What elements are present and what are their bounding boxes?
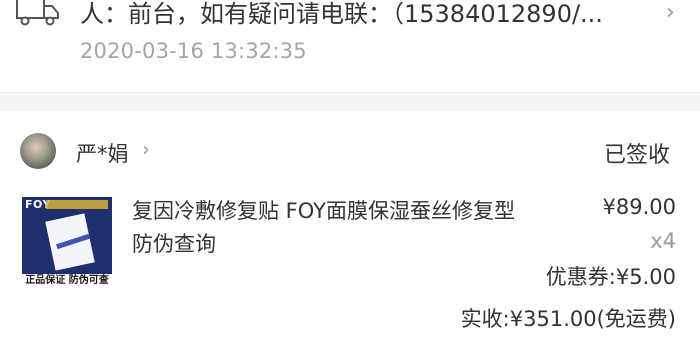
order-total: 实收:¥351.00(免运费) — [460, 307, 676, 331]
product-image-caption: 正品保证 防伪可查 — [22, 274, 112, 287]
truck-icon — [16, 0, 59, 26]
coupon-discount: 优惠券:¥5.00 — [545, 265, 676, 289]
logistics-section[interactable]: 人：前台，如有疑问请电联：（15384012890/... › 2020-03-… — [0, 0, 700, 92]
product-image[interactable]: FOY 正品保证 防伪可查 — [22, 197, 112, 287]
product-image-strip — [46, 200, 108, 209]
section-divider — [0, 92, 700, 111]
buyer-name[interactable]: 严*娟 — [76, 138, 129, 168]
order-card: 严*娟 › 已签收 FOY 正品保证 防伪可查 复因冷敷修复贴 FOY面膜保湿蚕… — [0, 111, 700, 350]
chevron-right-icon[interactable]: › — [142, 137, 150, 161]
avatar[interactable] — [20, 133, 56, 169]
chevron-right-icon[interactable]: › — [666, 0, 675, 25]
product-price: ¥89.00 — [602, 195, 676, 219]
product-quantity: x4 — [650, 229, 676, 253]
logistics-timestamp: 2020-03-16 13:32:35 — [80, 39, 307, 63]
logistics-status-text: 人：前台，如有疑问请电联：（15384012890/... — [80, 0, 603, 28]
product-title[interactable]: 复因冷敷修复贴 FOY面膜保湿蚕丝修复型防伪查询 — [132, 195, 522, 261]
order-status: 已签收 — [604, 143, 671, 168]
